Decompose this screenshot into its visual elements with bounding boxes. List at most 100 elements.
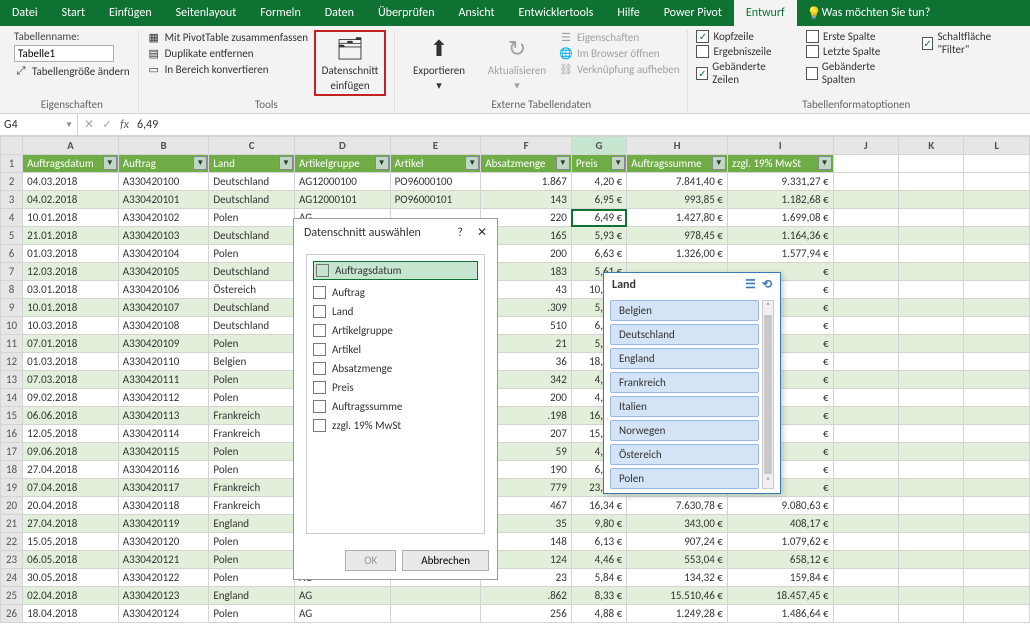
row-header-2[interactable]: 2 xyxy=(1,173,23,191)
row-header-24[interactable]: 24 xyxy=(1,569,23,587)
multi-select-icon[interactable]: ☰ xyxy=(745,277,756,292)
table-row[interactable]: 803.01.2018A330420106ÖstereichAG4310,37 … xyxy=(1,281,1030,299)
cell[interactable]: A330420117 xyxy=(118,479,209,497)
cell[interactable]: Deutschland xyxy=(209,173,295,191)
cell[interactable]: A330420123 xyxy=(118,587,209,605)
cell[interactable]: 04.02.2018 xyxy=(23,191,119,209)
scroll-down-icon[interactable]: ˅ xyxy=(763,476,773,488)
chk-filter-button[interactable]: ✓Schaltfläche "Filter" xyxy=(922,30,1016,56)
cell[interactable]: A330420118 xyxy=(118,497,209,515)
table-header[interactable]: zzgl. 19% MwSt▼ xyxy=(727,155,833,173)
row-header-16[interactable]: 16 xyxy=(1,425,23,443)
slicer-option[interactable]: Absatzmenge xyxy=(313,362,478,375)
cell[interactable]: A330420119 xyxy=(118,515,209,533)
cell[interactable]: AG12000101 xyxy=(294,191,390,209)
table-row[interactable]: 204.03.2018A330420100DeutschlandAG120001… xyxy=(1,173,1030,191)
row-header-13[interactable]: 13 xyxy=(1,371,23,389)
cell[interactable]: Polen xyxy=(209,371,295,389)
accept-icon[interactable]: ✓ xyxy=(102,117,112,132)
slicer-option[interactable]: Land xyxy=(313,305,478,318)
table-row[interactable]: 2127.04.2018A330420119EnglandAG359,80 €3… xyxy=(1,515,1030,533)
cell[interactable]: 143 xyxy=(481,191,572,209)
checkbox-icon[interactable] xyxy=(313,343,326,356)
spreadsheet-grid[interactable]: ABCDEFGHIJKL1Auftragsdatum▼Auftrag▼Land▼… xyxy=(0,136,1030,623)
col-header-E[interactable]: E xyxy=(390,137,481,155)
cell[interactable]: 12.03.2018 xyxy=(23,263,119,281)
table-header[interactable]: Land▼ xyxy=(209,155,295,173)
chk-banded-rows[interactable]: ✓Gebänderte Zeilen xyxy=(696,60,786,86)
slicer-item[interactable]: Belgien xyxy=(610,300,759,321)
chk-last-col[interactable]: Letzte Spalte xyxy=(806,45,902,58)
cell[interactable]: 1.164,36 € xyxy=(727,227,833,245)
cell[interactable]: A330420109 xyxy=(118,335,209,353)
cell[interactable]: Polen xyxy=(209,389,295,407)
table-header[interactable]: Auftrag▼ xyxy=(118,155,209,173)
slicer-option[interactable]: Preis xyxy=(313,381,478,394)
cell[interactable]: 6,49 € xyxy=(571,209,626,227)
row-header-19[interactable]: 19 xyxy=(1,479,23,497)
cell[interactable]: 20.04.2018 xyxy=(23,497,119,515)
checkbox-icon[interactable] xyxy=(313,324,326,337)
cell[interactable]: 27.04.2018 xyxy=(23,515,119,533)
tab-entwurf[interactable]: Entwurf xyxy=(734,0,797,26)
row-header-18[interactable]: 18 xyxy=(1,461,23,479)
tab-überprüfen[interactable]: Überprüfen xyxy=(366,0,447,26)
cell[interactable]: 06.05.2018 xyxy=(23,551,119,569)
cell[interactable]: A330420122 xyxy=(118,569,209,587)
table-row[interactable]: 1907.04.2018A330420117FrankreichAG77923,… xyxy=(1,479,1030,497)
tell-me-search[interactable]: 💡Was möchten Sie tun? xyxy=(807,6,931,21)
cell[interactable]: Deutschland xyxy=(209,317,295,335)
col-header-I[interactable]: I xyxy=(727,137,833,155)
slicer-option[interactable]: Artikel xyxy=(313,343,478,356)
table-name-input[interactable] xyxy=(14,45,114,62)
cell[interactable]: 4,46 € xyxy=(571,551,626,569)
row-header-4[interactable]: 4 xyxy=(1,209,23,227)
cell[interactable]: AG12000100 xyxy=(294,173,390,191)
slicer-land[interactable]: Land ☰ ⟲ BelgienDeutschlandEnglandFrankr… xyxy=(603,272,781,494)
row-header-5[interactable]: 5 xyxy=(1,227,23,245)
tab-datei[interactable]: Datei xyxy=(0,0,50,26)
row-header-21[interactable]: 21 xyxy=(1,515,23,533)
cell[interactable]: Frankreich xyxy=(209,407,295,425)
row-header-15[interactable]: 15 xyxy=(1,407,23,425)
cell[interactable]: Polen xyxy=(209,443,295,461)
checkbox-icon[interactable] xyxy=(313,362,326,375)
cell[interactable]: 06.06.2018 xyxy=(23,407,119,425)
cell[interactable]: 21.01.2018 xyxy=(23,227,119,245)
chk-total-row[interactable]: Ergebniszeile xyxy=(696,45,786,58)
cell[interactable] xyxy=(390,587,481,605)
slicer-item[interactable]: Italien xyxy=(610,396,759,417)
cell[interactable]: Frankreich xyxy=(209,479,295,497)
col-header-C[interactable]: C xyxy=(209,137,295,155)
tab-entwicklertools[interactable]: Entwicklertools xyxy=(507,0,606,26)
table-row[interactable]: 601.03.2018A330420104PolenAG2006,63 €1.3… xyxy=(1,245,1030,263)
tab-daten[interactable]: Daten xyxy=(313,0,366,26)
row-header-20[interactable]: 20 xyxy=(1,497,23,515)
table-row[interactable]: 521.01.2018A330420103DeutschlandAG1655,9… xyxy=(1,227,1030,245)
table-row[interactable]: 712.03.2018A330420105DeutschlandAG1835,6… xyxy=(1,263,1030,281)
cell[interactable]: A330420116 xyxy=(118,461,209,479)
filter-dropdown-icon[interactable]: ▼ xyxy=(375,156,389,170)
cell[interactable]: 159,84 € xyxy=(727,569,833,587)
table-row[interactable]: 1709.06.2018A330420115PolenAG594,73 €€ xyxy=(1,443,1030,461)
col-header-K[interactable]: K xyxy=(899,137,964,155)
table-row[interactable]: 2306.05.2018A330420121PolenAG1244,46 €55… xyxy=(1,551,1030,569)
cancel-icon[interactable]: ✕ xyxy=(84,117,94,132)
cell[interactable]: 02.04.2018 xyxy=(23,587,119,605)
cell[interactable]: 04.03.2018 xyxy=(23,173,119,191)
cell[interactable]: Deutschland xyxy=(209,191,295,209)
slicer-option[interactable]: zzgl. 19% MwSt xyxy=(313,419,478,432)
cell[interactable]: AG xyxy=(294,605,390,623)
col-header-L[interactable]: L xyxy=(964,137,1030,155)
cell[interactable]: A330420113 xyxy=(118,407,209,425)
cell[interactable]: A330420102 xyxy=(118,209,209,227)
col-header-G[interactable]: G xyxy=(571,137,626,155)
table-header[interactable]: Absatzmenge▼ xyxy=(481,155,572,173)
cell[interactable]: 01.03.2018 xyxy=(23,353,119,371)
row-header-26[interactable]: 26 xyxy=(1,605,23,623)
cell[interactable]: Polen xyxy=(209,461,295,479)
ok-button[interactable]: OK xyxy=(345,550,396,571)
cell[interactable]: 07.01.2018 xyxy=(23,335,119,353)
row-header-7[interactable]: 7 xyxy=(1,263,23,281)
cell[interactable]: A330420100 xyxy=(118,173,209,191)
